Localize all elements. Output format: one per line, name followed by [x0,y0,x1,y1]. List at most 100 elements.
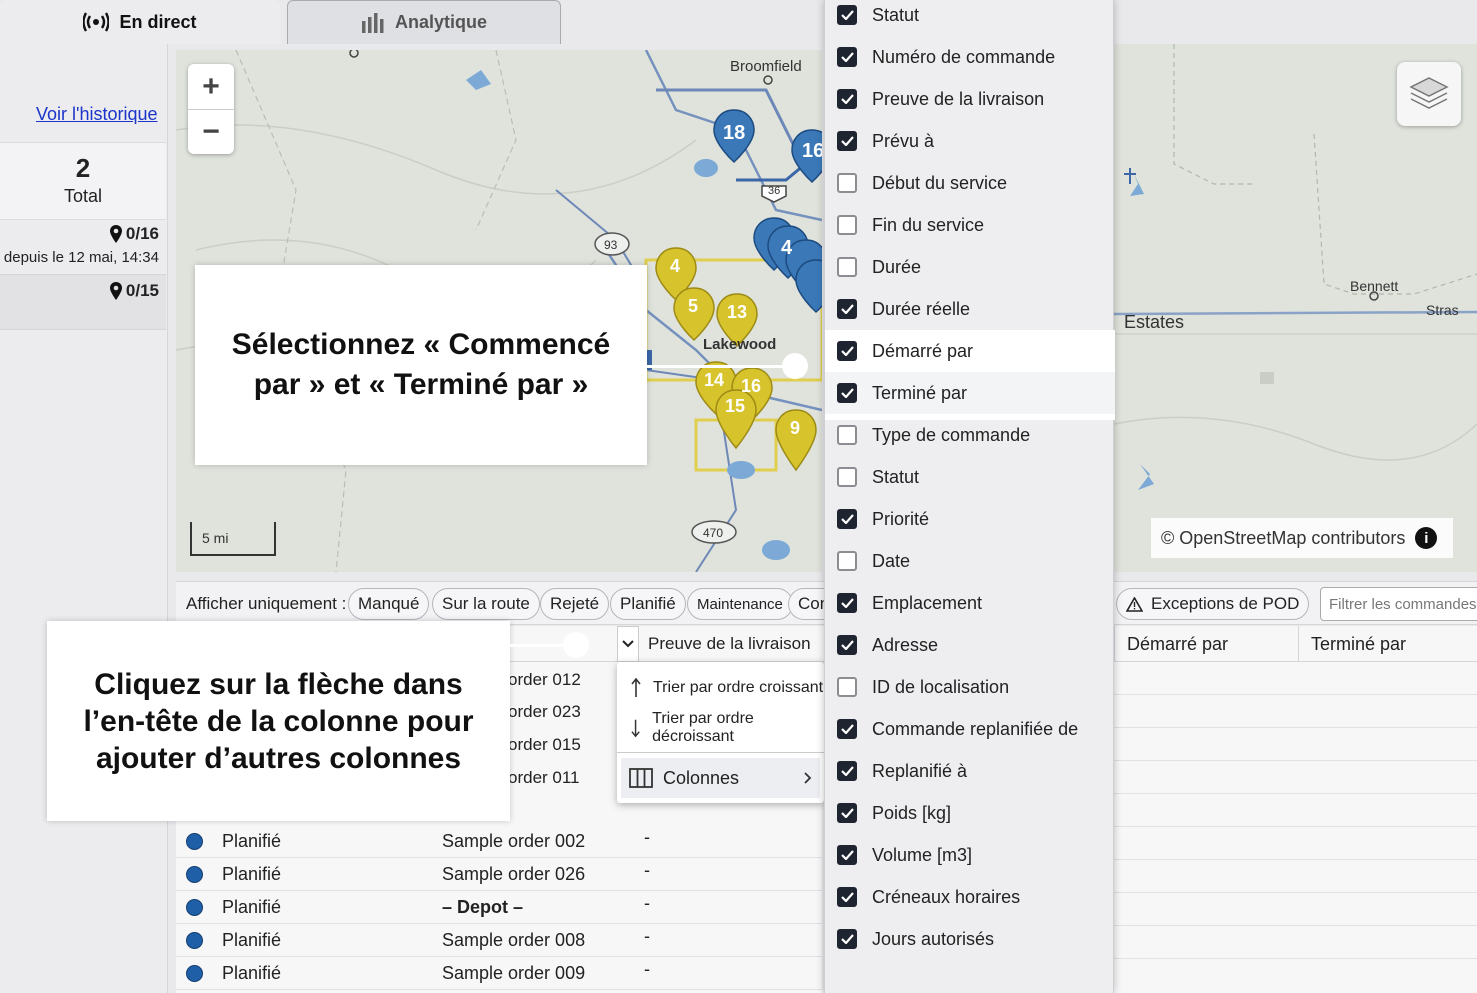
total-summary: 2 Total [0,142,166,220]
checkbox[interactable] [837,803,857,823]
zoom-in-button[interactable]: + [188,64,234,109]
column-toggle-allowed-days[interactable]: Jours autorisés [825,918,1115,960]
filter-chip-pod-exceptions[interactable]: Exceptions de POD [1116,588,1310,620]
column-toggle-service-end[interactable]: Fin du service [825,204,1115,246]
checkbox[interactable] [837,383,857,403]
sort-descending-label: Trier par ordre décroissant [652,710,754,745]
column-toggle-rescheduled-to[interactable]: Replanifié à [825,750,1115,792]
column-toggle-order-type[interactable]: Type de commande [825,414,1115,456]
checkbox[interactable] [837,341,857,361]
filter-orders-input[interactable]: Filtrer les commandes... [1320,587,1477,621]
tab-live[interactable]: En direct [0,0,280,44]
row-order: Sample order 002 [442,831,586,851]
table-row[interactable]: Planifié Sample order 008 - [176,924,822,957]
zoom-out-button[interactable]: − [188,109,234,154]
checkbox[interactable] [837,131,857,151]
checkmark-icon [840,892,854,902]
table-row[interactable]: Planifié – Depot – - [176,891,822,924]
filter-chip-rejected[interactable]: Rejeté [540,588,610,620]
checkbox[interactable] [837,5,857,25]
column-toggle-volume[interactable]: Volume [m3] [825,834,1115,876]
table-row[interactable]: Planifié Sample order 009 - [176,957,822,990]
column-toggle-rescheduled-from[interactable]: Commande replanifiée de [825,708,1115,750]
checkmark-icon [840,388,854,398]
callout-connector [647,365,797,368]
marker-label: 14 [704,370,725,390]
row-divider [1114,793,1477,794]
checkbox[interactable] [837,299,857,319]
checkbox[interactable] [837,173,857,193]
column-toggle-status-2[interactable]: Statut [825,456,1115,498]
checkmark-icon [840,136,854,146]
checkbox[interactable] [837,887,857,907]
column-toggle-order-number[interactable]: Numéro de commande [825,36,1115,78]
column-header-started-by[interactable]: Démarré par [1114,626,1298,662]
tab-analytics-label: Analytique [394,12,487,32]
tab-analytics[interactable]: Analytique [287,0,561,44]
total-value: 2 [75,153,91,183]
column-options-menu: Trier par ordre croissant Trier par ordr… [617,662,824,803]
filter-chip-planned[interactable]: Planifié [610,588,686,620]
column-toggle-proof-of-delivery[interactable]: Preuve de la livraison [825,78,1115,120]
table-row[interactable]: Planifié Sample order 026 - [176,858,822,891]
checkbox[interactable] [837,635,857,655]
sort-descending-option[interactable]: Trier par ordre décroissant [617,708,824,748]
column-header-pod[interactable]: Preuve de la livraison [636,626,811,662]
column-toggle-started-by[interactable]: Démarré par [825,330,1115,372]
column-toggle-status[interactable]: Statut [825,0,1115,36]
filter-chip-maintenance[interactable]: Maintenance [687,588,793,620]
checkbox[interactable] [837,593,857,613]
row-order: – Depot – [442,897,524,917]
sort-ascending-label: Trier par ordre croissant [653,679,824,696]
checkbox[interactable] [837,719,857,739]
checkbox[interactable] [837,47,857,67]
view-history-link[interactable]: Voir l'historique [36,104,158,125]
status-dot [186,899,203,916]
checkbox[interactable] [837,509,857,529]
column-toggle-duration[interactable]: Durée [825,246,1115,288]
column-header-finished-by[interactable]: Terminé par [1298,626,1477,662]
checkbox[interactable] [837,215,857,235]
checkbox[interactable] [837,467,857,487]
checkbox[interactable] [837,257,857,277]
callout-text: Sélectionnez « Commencé par » et « Termi… [231,328,611,401]
column-toggle-service-start[interactable]: Début du service [825,162,1115,204]
checkbox[interactable] [837,89,857,109]
arrow-down-icon [631,719,640,738]
callout-pointer [782,353,808,379]
filter-chip-missed[interactable]: Manqué [348,588,430,620]
sort-ascending-option[interactable]: Trier par ordre croissant [617,668,824,708]
column-label: Type de commande [872,424,1031,445]
column-toggle-address[interactable]: Adresse [825,624,1115,666]
column-label: Terminé par [872,382,968,403]
marker-label: 16 [802,140,822,162]
columns-submenu-option[interactable]: Colonnes [621,758,820,798]
columns-label: Colonnes [663,767,740,788]
checkbox[interactable] [837,761,857,781]
checkbox[interactable] [837,551,857,571]
checkbox[interactable] [837,845,857,865]
column-toggle-finished-by[interactable]: Terminé par [825,372,1115,414]
row-pod: - [644,827,650,847]
marker-label: 4 [781,237,793,259]
column-toggle-time-windows[interactable]: Créneaux horaires [825,876,1115,918]
checkbox[interactable] [837,677,857,697]
checkbox[interactable] [837,929,857,949]
table-row[interactable]: Planifié Sample order 002 - [176,825,822,858]
column-toggle-date[interactable]: Date [825,540,1115,582]
info-icon[interactable]: i [1415,527,1438,549]
column-label: Adresse [872,634,939,655]
filter-chip-on-route[interactable]: Sur la route [432,588,540,620]
column-toggle-planned-at[interactable]: Prévu à [825,120,1115,162]
column-toggle-actual-duration[interactable]: Durée réelle [825,288,1115,330]
column-toggle-priority[interactable]: Priorité [825,498,1115,540]
column-toggle-location-id[interactable]: ID de localisation [825,666,1115,708]
column-toggle-location[interactable]: Emplacement [825,582,1115,624]
checkmark-icon [840,52,854,62]
column-toggle-weight[interactable]: Poids [kg] [825,792,1115,834]
layers-button[interactable] [1397,62,1461,126]
row-order: Sample order 009 [442,963,586,983]
row-divider [1114,958,1477,959]
map-view-right[interactable]: Estates Bennett Stras © OpenStreetMap co… [1114,44,1477,572]
checkbox[interactable] [837,425,857,445]
